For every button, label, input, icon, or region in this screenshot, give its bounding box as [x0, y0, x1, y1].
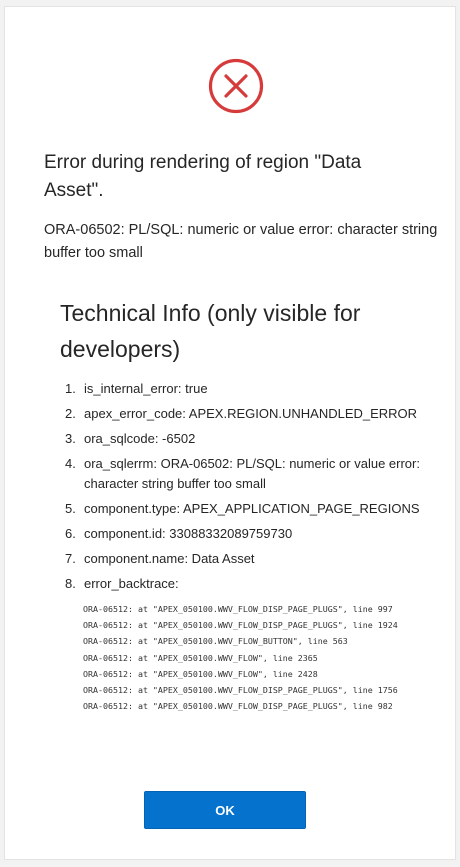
- backtrace-line: ORA-06512: at "APEX_050100.WWV_FLOW_DISP…: [83, 620, 398, 631]
- backtrace-line: ORA-06512: at "APEX_050100.WWV_FLOW", li…: [83, 668, 318, 679]
- backtrace-line: ORA-06512: at "APEX_050100.WWV_FLOW_DISP…: [83, 701, 393, 712]
- item-text: component.id: 33088332089759730: [84, 526, 293, 541]
- item-text: component.name: Data Asset: [84, 551, 255, 566]
- item-text: error_backtrace:: [84, 576, 179, 591]
- item-number: 7.: [65, 551, 76, 566]
- error-title: Error during rendering of region "Data A…: [44, 152, 362, 201]
- error-dialog: Error during rendering of region "Data A…: [4, 6, 456, 860]
- item-number: 5.: [65, 501, 76, 516]
- item-number: 1.: [65, 381, 76, 396]
- item-text: is_internal_error: true: [84, 381, 208, 396]
- backtrace-line: ORA-06512: at "APEX_050100.WWV_FLOW_BUTT…: [83, 636, 348, 647]
- backtrace-line: ORA-06512: at "APEX_050100.WWV_FLOW", li…: [83, 652, 318, 663]
- list-item: 5. component.type: APEX_APPLICATION_PAGE…: [65, 499, 435, 519]
- list-item: 3. ora_sqlcode: -6502: [65, 429, 435, 449]
- item-number: 6.: [65, 526, 76, 541]
- list-item: 6. component.id: 33088332089759730: [65, 524, 435, 544]
- item-number: 8.: [65, 576, 76, 591]
- list-item: 4. ora_sqlerrm: ORA-06502: PL/SQL: numer…: [65, 454, 435, 494]
- error-x-circle-icon: [208, 58, 264, 114]
- list-item: 2. apex_error_code: APEX.REGION.UNHANDLE…: [65, 404, 435, 424]
- error-message: ORA-06502: PL/SQL: numeric or value erro…: [44, 222, 438, 261]
- item-text: component.type: APEX_APPLICATION_PAGE_RE…: [84, 501, 420, 516]
- list-item: 7. component.name: Data Asset: [65, 549, 435, 569]
- item-number: 3.: [65, 431, 76, 446]
- technical-info-list: 1. is_internal_error: true 2. apex_error…: [65, 379, 435, 719]
- item-number: 2.: [65, 406, 76, 421]
- item-number: 4.: [65, 456, 76, 471]
- technical-info-heading: Technical Info (only visible for develop…: [60, 300, 361, 362]
- error-backtrace: ORA-06512: at "APEX_050100.WWV_FLOW_DISP…: [83, 601, 435, 714]
- list-item: 1. is_internal_error: true: [65, 379, 435, 399]
- list-item: 8. error_backtrace: ORA-06512: at "APEX_…: [65, 574, 435, 714]
- backtrace-line: ORA-06512: at "APEX_050100.WWV_FLOW_DISP…: [83, 604, 393, 614]
- item-text: ora_sqlerrm: ORA-06502: PL/SQL: numeric …: [84, 456, 420, 491]
- ok-button[interactable]: OK: [144, 791, 306, 829]
- backtrace-line: ORA-06512: at "APEX_050100.WWV_FLOW_DISP…: [83, 685, 398, 696]
- item-text: apex_error_code: APEX.REGION.UNHANDLED_E…: [84, 406, 418, 421]
- item-text: ora_sqlcode: -6502: [84, 431, 196, 446]
